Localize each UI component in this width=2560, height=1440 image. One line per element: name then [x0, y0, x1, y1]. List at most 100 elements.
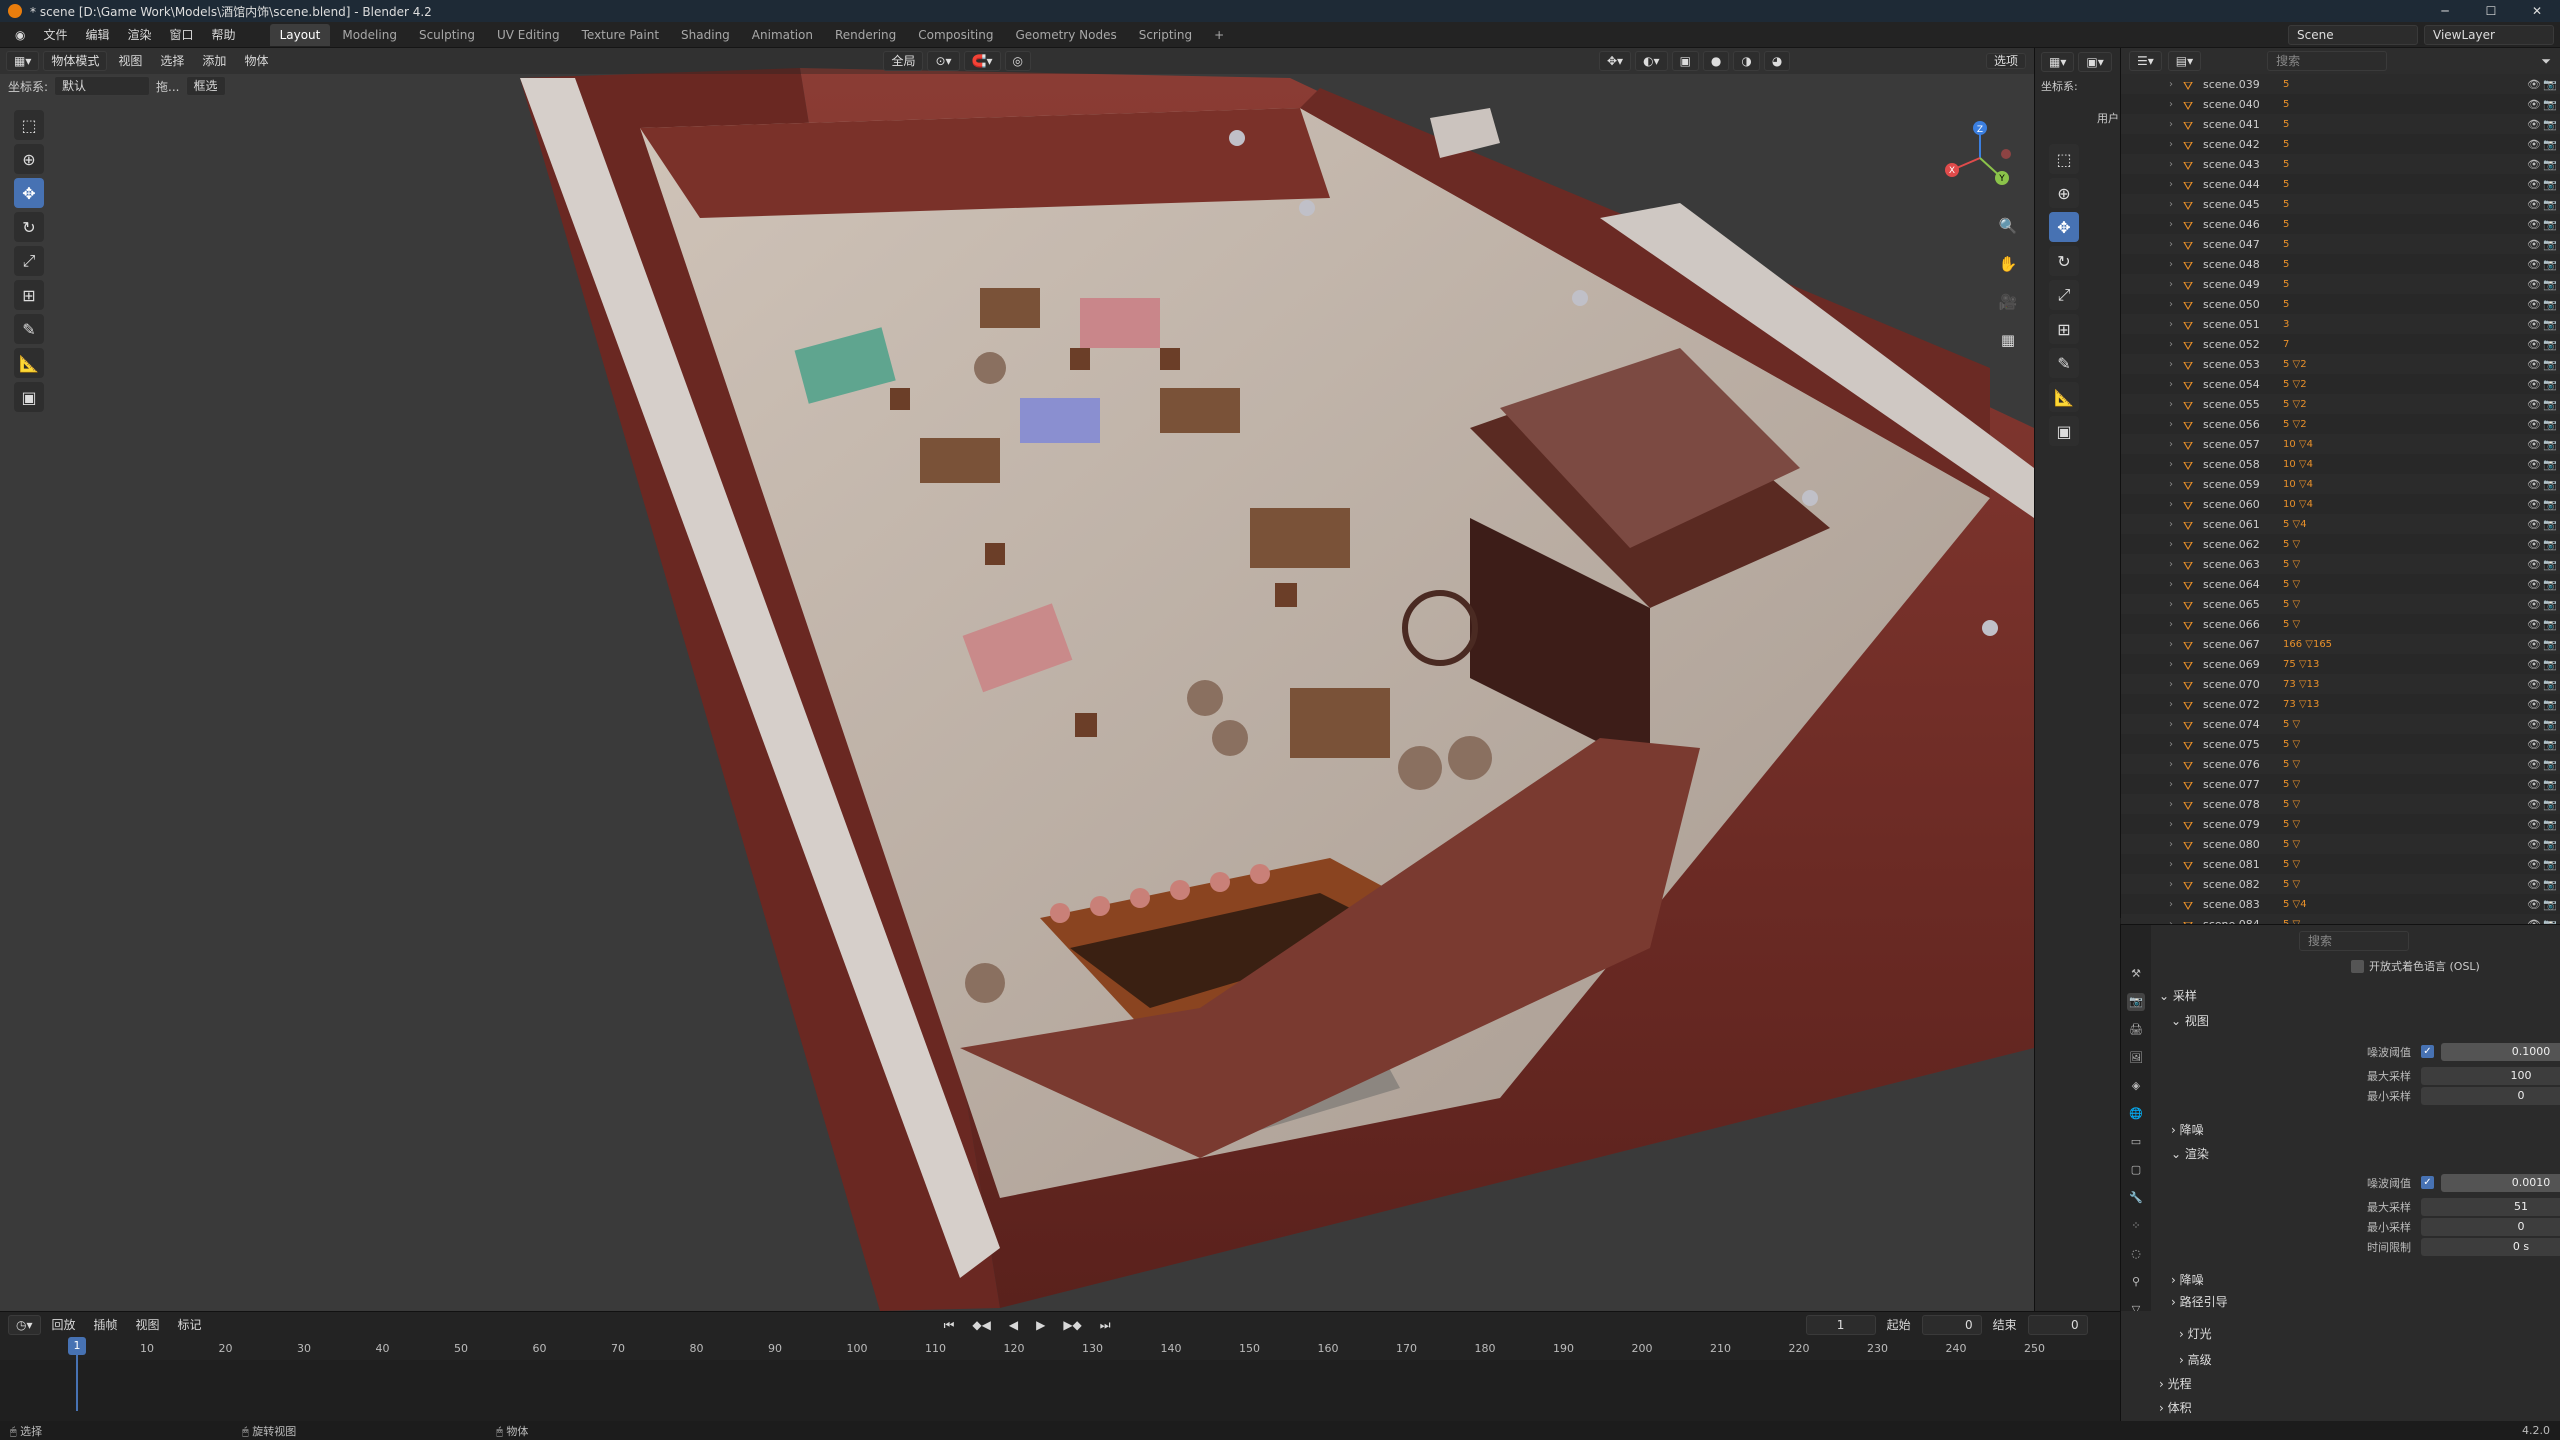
tab-animation[interactable]: Animation — [742, 24, 823, 46]
expand-chevron-icon[interactable]: › — [2169, 419, 2183, 430]
expand-chevron-icon[interactable]: › — [2169, 159, 2183, 170]
expand-chevron-icon[interactable]: › — [2169, 219, 2183, 230]
visibility-eye-icon[interactable]: 👁 — [2527, 738, 2541, 751]
visibility-eye-icon[interactable]: 👁 — [2527, 598, 2541, 611]
outliner-row[interactable]: › ⛛ scene.083 5 ▽4 👁 📷 — [2121, 894, 2560, 914]
render-camera-icon[interactable]: 📷 — [2543, 718, 2557, 731]
r-max-samples-value[interactable]: 51 — [2421, 1198, 2560, 1216]
visibility-eye-icon[interactable]: 👁 — [2527, 758, 2541, 771]
timeline-menu-playback[interactable]: 回放 — [45, 1312, 83, 1338]
tab-modeling[interactable]: Modeling — [332, 24, 407, 46]
menu-file[interactable]: 文件 — [34, 22, 76, 48]
outliner-row[interactable]: › ⛛ scene.051 3 👁 📷 — [2121, 314, 2560, 334]
render-camera-icon[interactable]: 📷 — [2543, 338, 2557, 351]
expand-chevron-icon[interactable]: › — [2169, 539, 2183, 550]
render-camera-icon[interactable]: 📷 — [2543, 178, 2557, 191]
expand-chevron-icon[interactable]: › — [2169, 599, 2183, 610]
visibility-eye-icon[interactable]: 👁 — [2527, 678, 2541, 691]
outliner-row[interactable]: › ⛛ scene.042 5 👁 📷 — [2121, 134, 2560, 154]
visibility-eye-icon[interactable]: 👁 — [2527, 638, 2541, 651]
secondary-select-tool-icon[interactable]: ⬚ — [2049, 144, 2079, 174]
constraints-tab-icon[interactable]: ⚲ — [2127, 1273, 2145, 1291]
menu-edit[interactable]: 编辑 — [77, 22, 119, 48]
measure-tool-icon[interactable]: 📐 — [14, 348, 44, 378]
expand-chevron-icon[interactable]: › — [2169, 139, 2183, 150]
visibility-eye-icon[interactable]: 👁 — [2527, 858, 2541, 871]
vp-min-samples-value[interactable]: 0 — [2421, 1087, 2560, 1105]
xray-icon[interactable]: ▣ — [1671, 51, 1699, 71]
expand-chevron-icon[interactable]: › — [2169, 659, 2183, 670]
outliner-row[interactable]: › ⛛ scene.059 10 ▽4 👁 📷 — [2121, 474, 2560, 494]
shading-material-icon[interactable]: ◑ — [1733, 51, 1760, 71]
expand-chevron-icon[interactable]: › — [2169, 99, 2183, 110]
advanced-subsection[interactable]: › 高级 — [2179, 1351, 2212, 1368]
outliner-row[interactable]: › ⛛ scene.040 5 👁 📷 — [2121, 94, 2560, 114]
render-camera-icon[interactable]: 📷 — [2543, 258, 2557, 271]
outliner-row[interactable]: › ⛛ scene.043 5 👁 📷 — [2121, 154, 2560, 174]
outliner-search-input[interactable]: 搜索 — [2267, 51, 2388, 71]
visibility-eye-icon[interactable]: 👁 — [2527, 418, 2541, 431]
filter-icon[interactable]: ⏷ — [2541, 54, 2551, 69]
outliner-row[interactable]: › ⛛ scene.045 5 👁 📷 — [2121, 194, 2560, 214]
visibility-eye-icon[interactable]: 👁 — [2527, 298, 2541, 311]
scale-tool-icon[interactable]: ⤢ — [14, 246, 44, 276]
annotate-tool-icon[interactable]: ✎ — [14, 314, 44, 344]
render-camera-icon[interactable]: 📷 — [2543, 598, 2557, 611]
drag-label[interactable]: 拖... — [156, 78, 179, 95]
visibility-eye-icon[interactable]: 👁 — [2527, 658, 2541, 671]
add-workspace-button[interactable]: + — [1204, 24, 1234, 46]
particles-tab-icon[interactable]: ⁘ — [2127, 1217, 2145, 1235]
render-camera-icon[interactable]: 📷 — [2543, 518, 2557, 531]
viewport-subsection[interactable]: ⌄ 视图 — [2171, 1012, 2209, 1029]
outliner-row[interactable]: › ⛛ scene.039 5 👁 📷 — [2121, 74, 2560, 94]
render-camera-icon[interactable]: 📷 — [2543, 418, 2557, 431]
expand-chevron-icon[interactable]: › — [2169, 639, 2183, 650]
expand-chevron-icon[interactable]: › — [2169, 759, 2183, 770]
outliner-row[interactable]: › ⛛ scene.057 10 ▽4 👁 📷 — [2121, 434, 2560, 454]
visibility-eye-icon[interactable]: 👁 — [2527, 98, 2541, 111]
viewport-menu-select[interactable]: 选择 — [153, 48, 191, 74]
render-camera-icon[interactable]: 📷 — [2543, 458, 2557, 471]
visibility-eye-icon[interactable]: 👁 — [2527, 778, 2541, 791]
expand-chevron-icon[interactable]: › — [2169, 259, 2183, 270]
render-camera-icon[interactable]: 📷 — [2543, 278, 2557, 291]
outliner-row[interactable]: › ⛛ scene.049 5 👁 📷 — [2121, 274, 2560, 294]
render-camera-icon[interactable]: 📷 — [2543, 538, 2557, 551]
render-camera-icon[interactable]: 📷 — [2543, 698, 2557, 711]
secondary-rotate-tool-icon[interactable]: ↻ — [2049, 246, 2079, 276]
render-camera-icon[interactable]: 📷 — [2543, 478, 2557, 491]
secondary-transform-tool-icon[interactable]: ⊞ — [2049, 314, 2079, 344]
expand-chevron-icon[interactable]: › — [2169, 519, 2183, 530]
expand-chevron-icon[interactable]: › — [2169, 379, 2183, 390]
outliner-row[interactable]: › ⛛ scene.079 5 ▽ 👁 📷 — [2121, 814, 2560, 834]
expand-chevron-icon[interactable]: › — [2169, 819, 2183, 830]
expand-chevron-icon[interactable]: › — [2169, 339, 2183, 350]
outliner-row[interactable]: › ⛛ scene.075 5 ▽ 👁 📷 — [2121, 734, 2560, 754]
visibility-eye-icon[interactable]: 👁 — [2527, 558, 2541, 571]
render-camera-icon[interactable]: 📷 — [2543, 858, 2557, 871]
vp-max-samples-value[interactable]: 100 — [2421, 1067, 2560, 1085]
jump-start-icon[interactable]: ⏮ — [937, 1312, 962, 1338]
outliner-row[interactable]: › ⛛ scene.072 73 ▽13 👁 📷 — [2121, 694, 2560, 714]
vp-noise-threshold-value[interactable]: 0.1000 — [2441, 1043, 2560, 1061]
visibility-eye-icon[interactable]: 👁 — [2527, 538, 2541, 551]
visibility-eye-icon[interactable]: 👁 — [2527, 238, 2541, 251]
visibility-eye-icon[interactable]: 👁 — [2527, 458, 2541, 471]
expand-chevron-icon[interactable]: › — [2169, 199, 2183, 210]
scene-tab-icon[interactable]: ◈ — [2127, 1077, 2145, 1095]
modifier-tab-icon[interactable]: 🔧 — [2127, 1189, 2145, 1207]
expand-chevron-icon[interactable]: › — [2169, 239, 2183, 250]
secondary-mode-button[interactable]: ▣▾ — [2078, 52, 2112, 72]
visibility-eye-icon[interactable]: 👁 — [2527, 578, 2541, 591]
visibility-eye-icon[interactable]: 👁 — [2527, 118, 2541, 131]
timeline-menu-marker[interactable]: 标记 — [171, 1312, 209, 1338]
outliner-row[interactable]: › ⛛ scene.050 5 👁 📷 — [2121, 294, 2560, 314]
mode-dropdown[interactable]: 物体模式 — [43, 51, 108, 71]
collection-tab-icon[interactable]: ▭ — [2127, 1133, 2145, 1151]
volumes-section[interactable]: › 体积 — [2159, 1399, 2192, 1416]
render-camera-icon[interactable]: 📷 — [2543, 838, 2557, 851]
display-mode-button[interactable]: ▤▾ — [2167, 51, 2202, 71]
transform-tool-icon[interactable]: ⊞ — [14, 280, 44, 310]
render-camera-icon[interactable]: 📷 — [2543, 578, 2557, 591]
render-camera-icon[interactable]: 📷 — [2543, 118, 2557, 131]
